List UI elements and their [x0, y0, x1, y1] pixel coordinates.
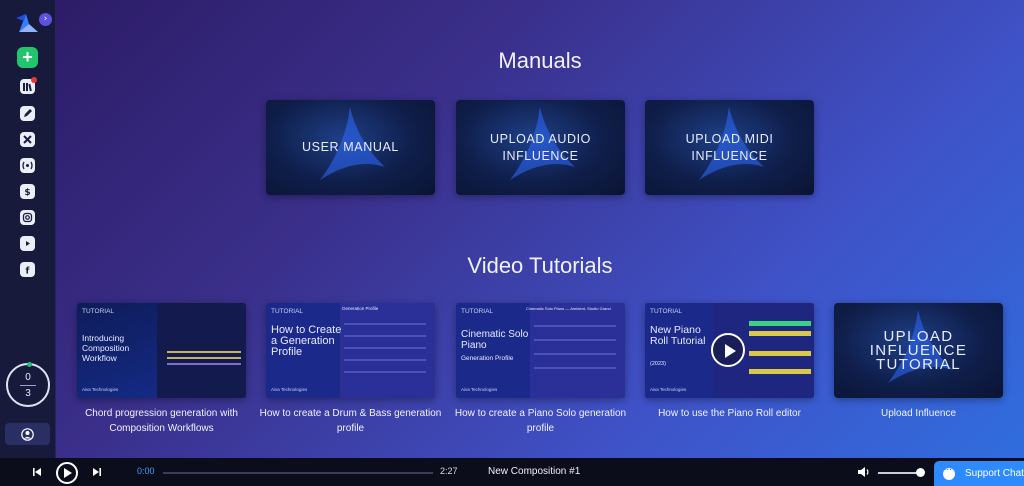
thumbnail-graphic: [344, 371, 426, 373]
song-title[interactable]: New Composition #1: [488, 466, 580, 477]
thumbnail-year: (2023): [650, 361, 666, 367]
video-card-upload-influence[interactable]: UPLOAD INFLUENCE TUTORIAL: [834, 303, 1003, 398]
thumbnail-graphic: [749, 331, 811, 336]
video-caption[interactable]: Upload Influence: [826, 406, 1011, 421]
thumbnail-brand: Aiva Technologies: [271, 387, 308, 392]
play-video-button[interactable]: [711, 333, 745, 367]
thumbnail-brand: Aiva Technologies: [82, 387, 119, 392]
manual-card-label: USER MANUAL: [302, 140, 399, 154]
thumbnail-brand: Aiva Technologies: [650, 387, 687, 392]
thumbnail-tag: TUTORIAL: [650, 308, 683, 315]
manual-card-label: UPLOAD AUDIO INFLUENCE: [490, 131, 591, 163]
volume-knob[interactable]: [916, 468, 925, 477]
chat-bubble-icon: [943, 465, 955, 480]
broadcast-icon[interactable]: [20, 158, 35, 173]
thumbnail-graphic: [344, 335, 426, 337]
facebook-icon[interactable]: f: [20, 262, 35, 277]
play-button[interactable]: [56, 462, 78, 484]
thumbnail-screenshot: [340, 303, 435, 398]
thumbnail-graphic: [534, 353, 616, 355]
music-player-bar: 0:00 2:27 New Composition #1: [0, 458, 1024, 486]
upload-midi-influence-card[interactable]: UPLOAD MIDI INFLUENCE: [645, 100, 814, 195]
account-button[interactable]: [5, 423, 50, 445]
duration: 2:27: [440, 466, 458, 476]
youtube-play-icon[interactable]: [20, 236, 35, 251]
support-chat-label: Support Chat: [965, 468, 1024, 479]
thumbnail-tag: TUTORIAL: [82, 308, 115, 315]
credits-total: 3: [25, 387, 31, 399]
notification-badge: [31, 77, 37, 83]
thumbnail-title: Cinematic Solo Piano: [461, 329, 529, 351]
instagram-icon[interactable]: [20, 210, 35, 225]
upload-audio-influence-card[interactable]: UPLOAD AUDIO INFLUENCE: [456, 100, 625, 195]
next-track-button[interactable]: [90, 458, 104, 486]
thumbnail-graphic: [344, 359, 426, 361]
thumbnail-panel-title: Cinematic Solo Piano — Ambient, Studio G…: [526, 306, 611, 311]
tools-icon[interactable]: [20, 132, 35, 147]
progress-slider[interactable]: [163, 472, 433, 474]
thumbnail-graphic: [167, 363, 241, 365]
volume-icon[interactable]: [857, 466, 871, 478]
thumbnail-graphic: [534, 339, 616, 341]
previous-track-button[interactable]: [30, 458, 44, 486]
thumbnail-graphic: [749, 369, 811, 374]
skip-back-icon: [33, 468, 41, 476]
video-card-piano-roll-editor[interactable]: TUTORIAL New Piano Roll Tutorial (2023) …: [645, 303, 814, 398]
manual-card-label: UPLOAD MIDI INFLUENCE: [685, 131, 774, 163]
new-composition-button[interactable]: +: [17, 47, 38, 68]
dollar-icon[interactable]: $: [20, 184, 35, 199]
manuals-title: Manuals: [498, 48, 582, 73]
video-caption[interactable]: How to create a Piano Solo generation pr…: [448, 406, 633, 436]
thumbnail-graphic: [344, 347, 426, 349]
svg-text:$: $: [24, 188, 30, 197]
video-caption[interactable]: How to create a Drum & Bass generation p…: [258, 406, 443, 436]
video-caption[interactable]: How to use the Piano Roll editor: [637, 406, 822, 421]
thumbnail-graphic: [749, 351, 811, 356]
thumbnail-tag: TUTORIAL: [461, 308, 494, 315]
thumbnail-graphic: [534, 367, 616, 369]
user-icon: [21, 427, 34, 441]
support-chat-button[interactable]: Support Chat: [934, 461, 1024, 486]
current-time: 0:00: [137, 466, 155, 476]
skip-forward-icon: [93, 468, 101, 476]
thumbnail-title: New Piano Roll Tutorial: [650, 324, 706, 347]
sidebar: › + $ f 0 3: [0, 0, 56, 458]
user-manual-card[interactable]: USER MANUAL: [266, 100, 435, 195]
video-tutorials-title: Video Tutorials: [467, 253, 613, 278]
video-card-drum-bass-profile[interactable]: TUTORIAL How to Create a Generation Prof…: [266, 303, 435, 398]
thumbnail-panel-title: Generation Profile: [342, 306, 379, 311]
thumbnail-graphic: [534, 325, 616, 327]
credits-used: 0: [25, 371, 31, 383]
thumbnail-tag: TUTORIAL: [271, 308, 304, 315]
thumbnail-screenshot: [530, 303, 625, 398]
svg-text:f: f: [26, 267, 30, 276]
thumbnail-text-panel: [645, 303, 713, 398]
thumbnail-brand: Aiva Technologies: [461, 387, 498, 392]
thumbnail-graphic: [344, 323, 426, 325]
video-card-piano-solo-profile[interactable]: TUTORIAL Cinematic Solo Piano Generation…: [456, 303, 625, 398]
video-caption[interactable]: Chord progression generation with Compos…: [69, 406, 254, 436]
thumbnail-subtitle: Generation Profile: [461, 355, 514, 362]
thumbnail-title: UPLOAD INFLUENCE TUTORIAL: [869, 327, 968, 373]
credits-counter[interactable]: 0 3: [6, 362, 50, 407]
thumbnail-title: How to Create a Generation Profile: [271, 324, 342, 358]
thumbnail-graphic: [167, 351, 241, 353]
aiva-logo[interactable]: [13, 12, 39, 36]
thumbnail-graphic: [749, 321, 811, 326]
pencil-icon[interactable]: [20, 106, 35, 121]
video-card-composition-workflows[interactable]: TUTORIAL Introducing Composition Workflo…: [77, 303, 246, 398]
chevron-right-icon[interactable]: ›: [39, 13, 52, 26]
credits-indicator: [27, 362, 32, 367]
thumbnail-title: Introducing Composition Workflow: [82, 333, 130, 363]
thumbnail-graphic: [167, 357, 241, 359]
